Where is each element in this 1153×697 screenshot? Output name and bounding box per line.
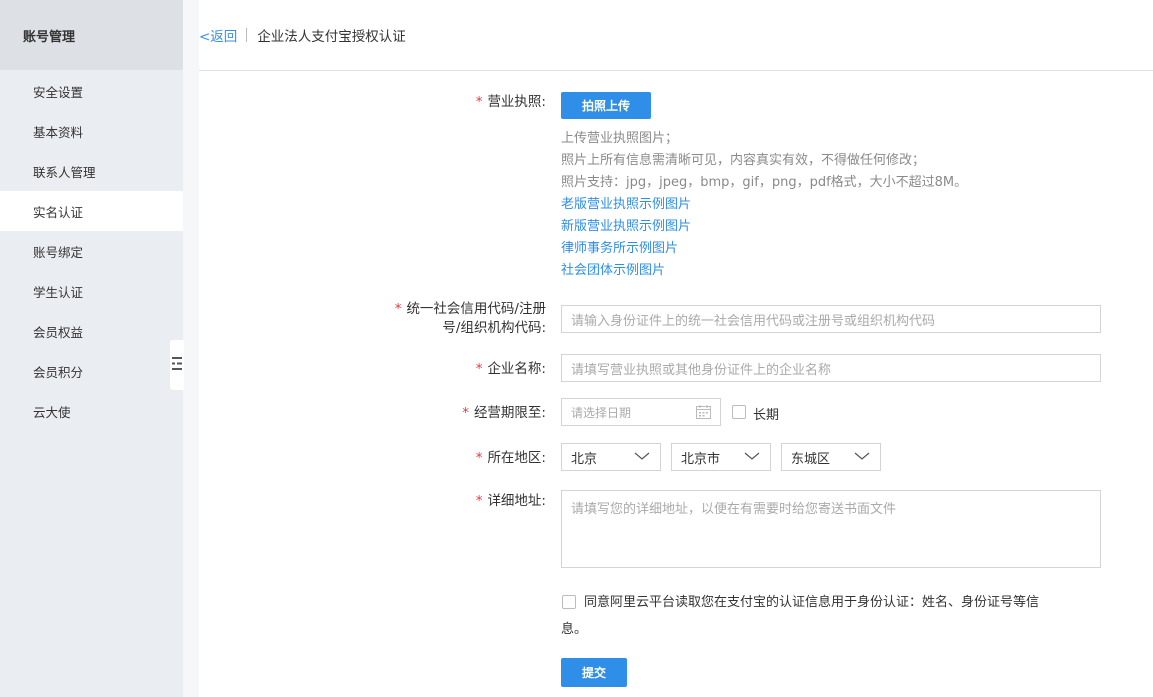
sidebar-item-security[interactable]: 安全设置 <box>0 71 183 111</box>
term-label: * 经营期限至: <box>462 405 546 421</box>
upload-photo-button[interactable]: 拍照上传 <box>561 92 651 119</box>
district-value: 东城区 <box>791 451 831 467</box>
chevron-down-icon <box>634 450 650 465</box>
collapse-icon <box>172 357 182 374</box>
sidebar-item-member-points[interactable]: 会员积分 <box>0 351 183 391</box>
agreement-checkbox[interactable] <box>562 595 576 609</box>
page-title: 企业法人支付宝授权认证 <box>257 29 406 45</box>
credit-code-label: * 统一社会信用代码/注册 号/组织机构代码: <box>394 301 546 336</box>
province-value: 北京 <box>571 451 598 467</box>
sidebar-item-member-benefits[interactable]: 会员权益 <box>0 311 183 351</box>
long-term-label: 长期 <box>753 408 780 423</box>
back-link[interactable]: <返回 <box>199 25 237 45</box>
credit-code-input[interactable]: 请输入身份证件上的统一社会信用代码或注册号或组织机构代码 <box>561 305 1101 333</box>
city-select[interactable]: 北京市 <box>671 443 771 471</box>
sidebar-item-verification[interactable]: 实名认证 <box>0 191 183 231</box>
company-name-input[interactable]: 请填写营业执照或其他身份证件上的企业名称 <box>561 354 1101 382</box>
company-name-label: * 企业名称: <box>475 361 546 377</box>
sidebar-toggle[interactable] <box>170 340 184 390</box>
city-value: 北京市 <box>681 451 721 467</box>
license-label: * 营业执照: <box>475 94 546 110</box>
term-date-input[interactable]: 请选择日期 <box>561 398 721 426</box>
license-hint-3: 照片支持：jpg，jpeg，bmp，gif，png，pdf格式，大小不超过8M。 <box>561 175 968 190</box>
address-label: * 详细地址: <box>475 493 546 509</box>
chevron-down-icon <box>854 450 870 465</box>
sidebar-gutter <box>183 0 199 697</box>
license-hint-1: 上传营业执照图片； <box>561 131 679 146</box>
sidebar-item-ambassador[interactable]: 云大使 <box>0 391 183 431</box>
sidebar-item-profile[interactable]: 基本资料 <box>0 111 183 151</box>
sidebar-item-student[interactable]: 学生认证 <box>0 271 183 311</box>
submit-button[interactable]: 提交 <box>561 658 627 687</box>
header-divider <box>246 28 248 42</box>
sidebar-header: 账号管理 <box>0 0 183 70</box>
sidebar-item-binding[interactable]: 账号绑定 <box>0 231 183 271</box>
district-select[interactable]: 东城区 <box>781 443 881 471</box>
example-link-old-license[interactable]: 老版营业执照示例图片 <box>561 194 691 216</box>
sidebar-item-contacts[interactable]: 联系人管理 <box>0 151 183 191</box>
agreement-text-line1: 同意阿里云平台读取您在支付宝的认证信息用于身份认证：姓名、身份证号等信 <box>584 595 1040 610</box>
province-select[interactable]: 北京 <box>561 443 661 471</box>
term-date-placeholder: 请选择日期 <box>571 405 632 420</box>
address-textarea[interactable]: 请填写您的详细地址，以便在有需要时给您寄送书面文件 <box>561 490 1101 568</box>
chevron-down-icon <box>744 450 760 465</box>
license-hint-2: 照片上所有信息需清晰可见，内容真实有效，不得做任何修改； <box>561 153 926 168</box>
agreement-text-line2: 息。 <box>561 622 588 637</box>
example-link-new-license[interactable]: 新版营业执照示例图片 <box>561 216 691 238</box>
calendar-icon[interactable] <box>696 405 711 422</box>
region-label: * 所在地区: <box>475 450 546 466</box>
long-term-checkbox[interactable] <box>732 405 746 419</box>
example-link-social-org[interactable]: 社会团体示例图片 <box>561 260 665 282</box>
page-header: <返回 企业法人支付宝授权认证 <box>199 0 1153 71</box>
example-link-law-firm[interactable]: 律师事务所示例图片 <box>561 238 678 260</box>
